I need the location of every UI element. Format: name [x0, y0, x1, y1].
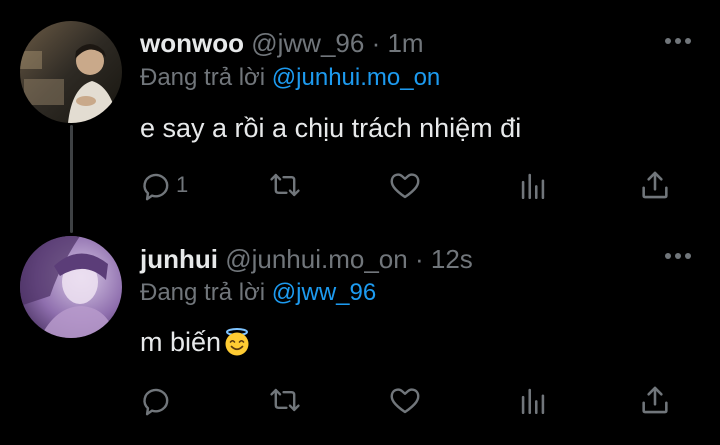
more-options-icon[interactable] — [662, 31, 694, 51]
share-icon — [638, 168, 672, 202]
retweet-icon — [268, 168, 302, 202]
tweet[interactable]: junhui @junhui.mo_on · 12s Đang trả lời … — [0, 222, 720, 445]
reply-count: 1 — [176, 172, 189, 197]
retweet-button[interactable] — [268, 383, 302, 417]
timestamp[interactable]: 1m — [387, 28, 423, 58]
tweet-header: junhui @junhui.mo_on · 12s — [140, 244, 473, 274]
more-options-icon[interactable] — [662, 246, 694, 266]
like-button[interactable] — [388, 383, 422, 417]
separator-dot: · — [371, 28, 381, 58]
analytics-button[interactable] — [516, 383, 550, 417]
separator-dot: · — [414, 244, 424, 274]
avatar[interactable] — [20, 236, 122, 338]
reply-icon — [140, 383, 174, 417]
tweet-text: m biến — [140, 326, 252, 358]
like-button[interactable] — [388, 168, 422, 202]
replying-to-label: Đang trả lời — [140, 64, 266, 91]
mention-link[interactable]: @junhui.mo_on — [272, 64, 440, 91]
tweet-text: e say a rồi a chịu trách nhiệm đi — [140, 113, 522, 143]
share-button[interactable] — [638, 168, 672, 202]
share-button[interactable] — [638, 383, 672, 417]
analytics-button[interactable] — [516, 168, 550, 202]
like-icon — [388, 168, 422, 202]
avatar[interactable] — [20, 21, 122, 123]
mention-link[interactable]: @jww_96 — [272, 279, 376, 306]
timestamp[interactable]: 12s — [431, 244, 473, 274]
replying-to: Đang trả lời @junhui.mo_on — [140, 64, 440, 92]
action-bar — [140, 383, 680, 417]
display-name[interactable]: wonwoo — [140, 28, 244, 58]
like-icon — [388, 383, 422, 417]
user-handle[interactable]: @junhui.mo_on — [225, 244, 408, 274]
display-name[interactable]: junhui — [140, 244, 218, 274]
analytics-icon — [516, 383, 550, 417]
halo-smile-emoji-icon — [222, 327, 252, 357]
tweet[interactable]: wonwoo @jww_96 · 1m Đang trả lời @junhui… — [0, 0, 720, 222]
user-handle[interactable]: @jww_96 — [251, 28, 364, 58]
tweet-text-content: m biến — [140, 327, 222, 357]
analytics-icon — [516, 168, 550, 202]
reply-icon — [140, 168, 174, 202]
replying-to-label: Đang trả lời — [140, 279, 266, 306]
action-bar: 1 — [140, 168, 680, 202]
reply-button[interactable] — [140, 383, 176, 417]
tweet-header: wonwoo @jww_96 · 1m — [140, 28, 424, 58]
reply-button[interactable]: 1 — [140, 168, 188, 202]
retweet-icon — [268, 383, 302, 417]
retweet-button[interactable] — [268, 168, 302, 202]
replying-to: Đang trả lời @jww_96 — [140, 279, 376, 307]
share-icon — [638, 383, 672, 417]
